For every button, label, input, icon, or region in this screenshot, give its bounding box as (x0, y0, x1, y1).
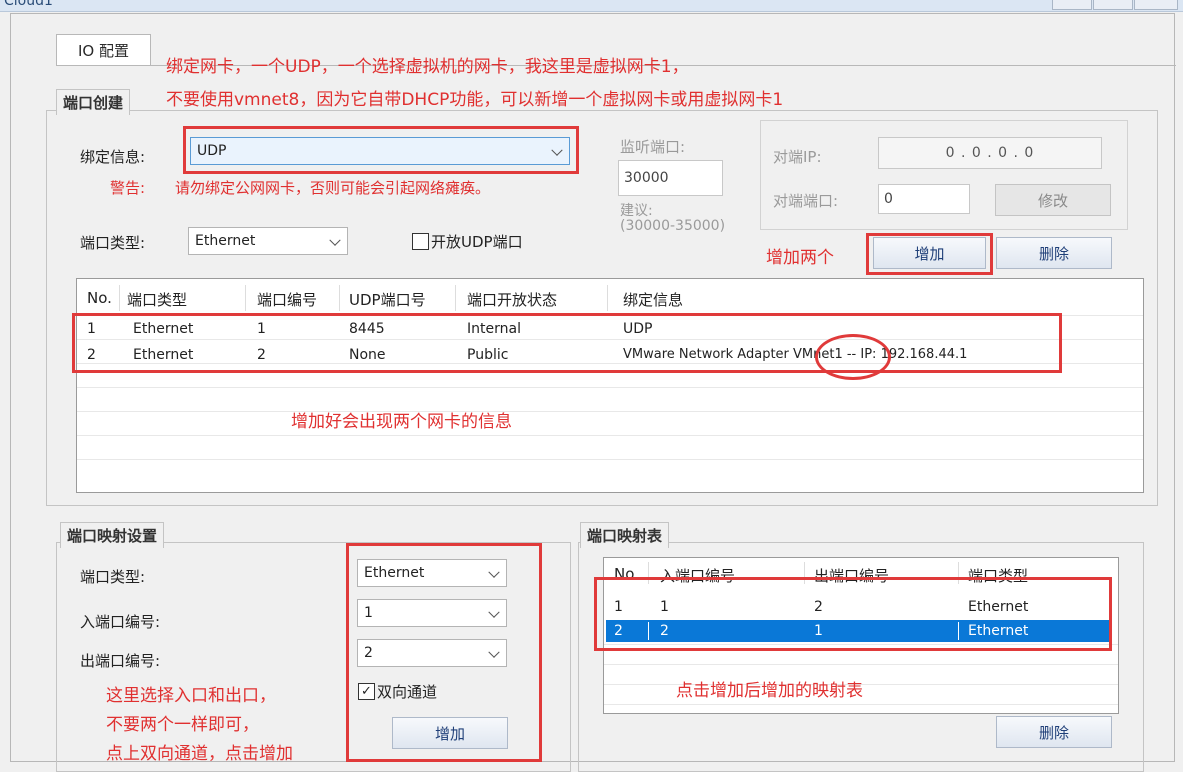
open-udp-checkbox[interactable]: 开放UDP端口 (412, 231, 523, 252)
listen-port-value: 30000 (624, 170, 669, 186)
map-port-type-label: 端口类型: (80, 568, 146, 586)
open-udp-label: 开放UDP端口 (431, 233, 523, 251)
port-col-type: 端口类型 (127, 291, 188, 309)
col-sep (245, 285, 246, 311)
mapping-settings-title: 端口映射设置 (60, 522, 165, 548)
annotation-box-add (866, 233, 993, 275)
window-title: Cloud1 (4, 0, 53, 9)
port-create-title: 端口创建 (56, 89, 131, 115)
bind-info-label: 绑定信息: (80, 148, 146, 166)
row-line (77, 435, 1143, 436)
peer-port-label: 对端端口: (773, 192, 839, 210)
col-sep (119, 285, 120, 311)
annotation-circle-vmnet1 (815, 334, 891, 380)
delete-port-button[interactable]: 删除 (996, 237, 1112, 269)
annotation-map-table: 点击增加后增加的映射表 (676, 681, 863, 701)
annotation-bind-nic-2: 不要使用vmnet8，因为它自带DHCP功能，可以新增一个虚拟网卡或用虚拟网卡1 (166, 90, 784, 110)
annotation-box-mapping (346, 543, 542, 762)
row-line (77, 459, 1143, 460)
peer-port-value: 0 (884, 191, 893, 207)
annotation-select-ports-1: 这里选择入口和出口， (106, 686, 276, 706)
modify-button[interactable]: 修改 (995, 184, 1111, 216)
row-line (77, 411, 1143, 412)
window-title-bar: Cloud1 (0, 0, 1183, 12)
peer-ip-value: 0 . 0 . 0 . 0 (945, 145, 1035, 161)
chevron-down-icon (329, 234, 341, 246)
tab-io-config-label: IO 配置 (78, 42, 129, 60)
maximize-button[interactable] (1093, 0, 1133, 10)
col-sep (455, 285, 456, 311)
row-line (604, 704, 1118, 705)
in-port-label: 入端口编号: (80, 613, 161, 631)
annotation-two-nic-info: 增加好会出现两个网卡的信息 (291, 412, 512, 432)
tab-io-config[interactable]: IO 配置 (56, 34, 151, 66)
col-sep (607, 285, 608, 311)
suggest-range: (30000-35000) (620, 218, 726, 234)
col-sep (339, 285, 340, 311)
port-type-label: 端口类型: (80, 234, 146, 252)
close-button[interactable] (1134, 0, 1178, 10)
peer-ip-input[interactable]: 0 . 0 . 0 . 0 (878, 137, 1102, 169)
port-col-number: 端口编号 (257, 291, 318, 309)
annotation-add-two: 增加两个 (766, 248, 834, 268)
port-table: No. 端口类型 端口编号 UDP端口号 端口开放状态 绑定信息 1 Ether… (76, 278, 1144, 493)
peer-port-input[interactable]: 0 (878, 184, 970, 214)
delete-mapping-button[interactable]: 删除 (996, 716, 1112, 748)
out-port-label: 出端口编号: (80, 652, 161, 670)
warning-label: 警告: (110, 179, 146, 197)
minimize-button[interactable] (1052, 0, 1092, 10)
annotation-bind-nic-1: 绑定网卡，一个UDP，一个选择虚拟机的网卡，我这里是虚拟网卡1， (166, 57, 689, 77)
checkbox-icon (412, 233, 429, 250)
port-col-status: 端口开放状态 (467, 291, 558, 309)
port-col-bind: 绑定信息 (623, 291, 684, 309)
mapping-table-title: 端口映射表 (580, 522, 670, 548)
annotation-select-ports-2: 不要两个一样即可， (106, 715, 259, 735)
listen-port-label: 监听端口: (620, 138, 686, 156)
annotation-box-map-rows (594, 577, 1112, 651)
annotation-box-rows (72, 313, 1062, 373)
annotation-select-ports-3: 点上双向通道，点击增加 (106, 744, 293, 764)
port-type-select[interactable]: Ethernet (188, 227, 348, 255)
warning-text: 请勿绑定公网网卡，否则可能会引起网络瘫痪。 (175, 179, 491, 197)
port-type-value: Ethernet (195, 233, 256, 249)
port-col-udp: UDP端口号 (349, 291, 426, 309)
suggest-label: 建议: (620, 203, 653, 219)
peer-ip-label: 对端IP: (773, 148, 822, 166)
port-col-no: No. (87, 289, 112, 307)
row-line (77, 387, 1143, 388)
listen-port-input[interactable]: 30000 (618, 160, 723, 196)
row-line (604, 664, 1118, 665)
annotation-box-bind (183, 126, 579, 174)
